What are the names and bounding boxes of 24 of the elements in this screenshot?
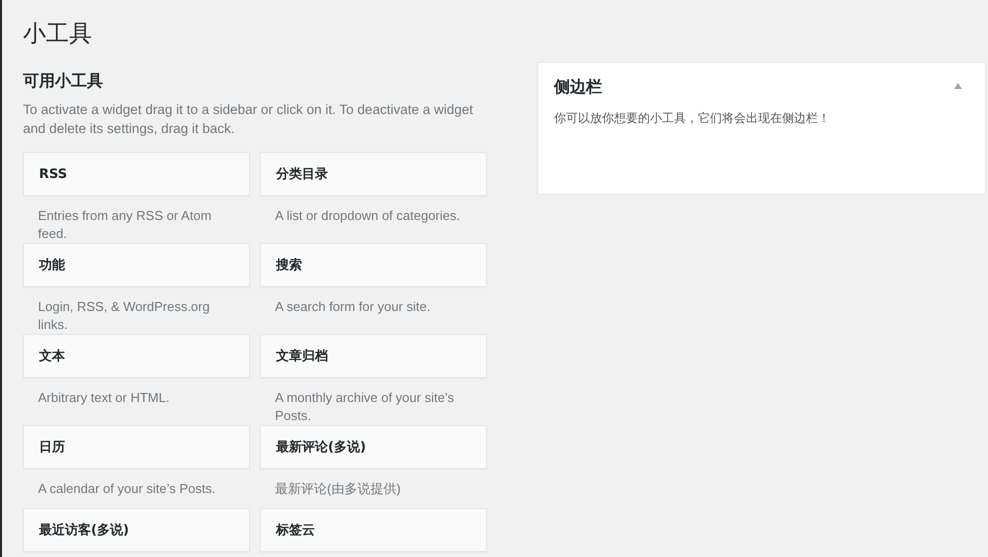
widget-title[interactable]: 分类目录 — [260, 152, 487, 196]
widget-description: A calendar of your site’s Posts. — [37, 480, 217, 498]
widget-description: Entries from any RSS or Atom feed. — [37, 207, 212, 243]
widget-title[interactable]: 搜索 — [260, 243, 487, 287]
widget-title[interactable]: 文本 — [23, 334, 250, 378]
instructions-text: To activate a widget drag it to a sidebar or click on it. To deactivate a widget and delete its settings, drag it back. — [23, 101, 474, 138]
section-heading: 可用小工具 — [23, 71, 104, 92]
widget-title[interactable]: 功能 — [23, 243, 250, 287]
triangle-icon — [953, 81, 963, 91]
widget-title[interactable]: 文章归档 — [260, 334, 487, 378]
widget-description: A monthly archive of your site’s Posts. — [274, 389, 455, 425]
widget-title[interactable]: 最新评论(多说) — [260, 425, 487, 469]
widget-description: Login, RSS, & WordPress.org links. — [37, 298, 211, 334]
widget-description: Arbitrary text or HTML. — [37, 389, 170, 407]
widget-title[interactable]: 日历 — [23, 425, 250, 469]
sidebar-description: 你可以放你想要的小工具，它们将会出现在侧边栏！ — [554, 110, 831, 127]
widget-title[interactable]: RSS — [23, 152, 250, 196]
sidebar-title[interactable]: 侧边栏 — [554, 77, 969, 98]
page-title: 小工具 — [23, 20, 93, 49]
widget-title[interactable]: 最近访客(多说) — [23, 508, 250, 552]
widget-description: A search form for your site. — [274, 298, 432, 316]
widget-description: A list or dropdown of categories. — [274, 207, 461, 225]
widget-title[interactable]: 标签云 — [260, 508, 487, 552]
widget-description: 最新评论(由多说提供) — [274, 480, 402, 498]
